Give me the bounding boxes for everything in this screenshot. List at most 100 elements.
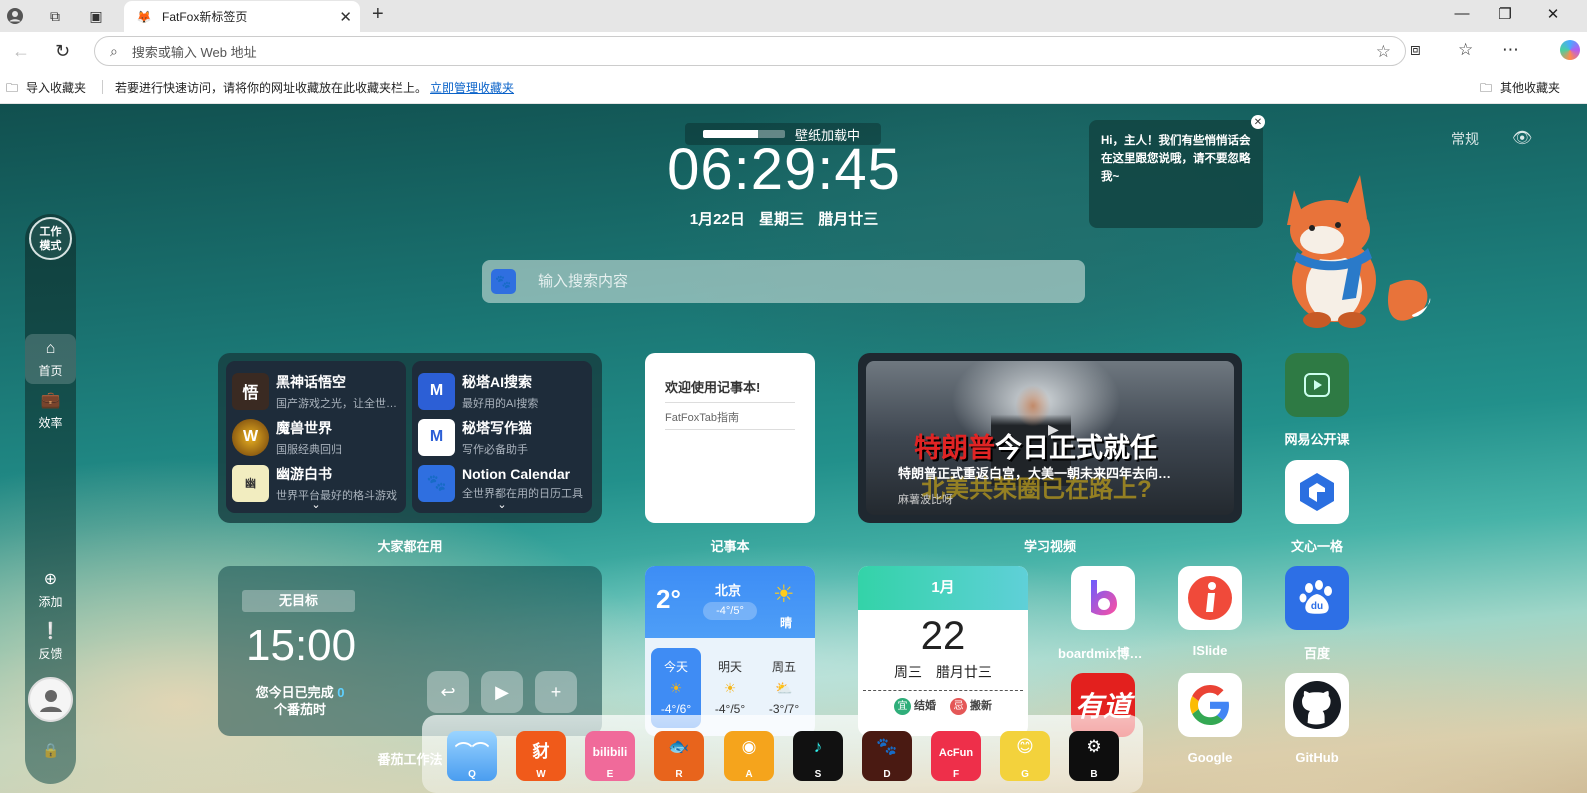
tiktok-icon: ♪ — [813, 737, 823, 756]
video-widget[interactable]: 北美共荣圈已在路上? 特朗普今日正式就任 ▶ 特朗普正式重返白宫，大美一朝未来四… — [858, 353, 1242, 523]
add-button[interactable]: + — [535, 671, 577, 713]
sidebar-item-add[interactable]: ⊕ 添加 — [25, 564, 76, 614]
profile-icon[interactable] — [3, 4, 27, 28]
avatar[interactable] — [28, 677, 73, 722]
fox-mascot[interactable] — [1272, 170, 1442, 332]
notion-calendar-icon: 🐾 — [418, 464, 455, 502]
address-bar[interactable]: ⌕ 搜索或输入 Web 地址 ☆ — [94, 36, 1406, 66]
app-label: 文心一格 — [1290, 539, 1343, 554]
forecast-day-name: 明天 — [717, 660, 742, 674]
app-label: Google — [1187, 750, 1233, 765]
tab-title: FatFox新标签页 — [162, 10, 248, 24]
weather-city: 北京 — [715, 583, 742, 598]
google-icon[interactable] — [1178, 673, 1242, 737]
douyu-icon: 🐟 — [668, 737, 690, 756]
dock-app-d[interactable]: 🐾 D — [862, 731, 912, 781]
list-item[interactable]: 悟 黑神话悟空国产游戏之光，让全世界都看到 — [232, 368, 400, 414]
calendar-sub: 周三 腊月廿三 — [858, 662, 1028, 682]
pomodoro-done-count: 0 — [337, 685, 345, 700]
islide-icon[interactable] — [1178, 566, 1242, 630]
other-favorites-button[interactable]: 其他收藏夹 — [1500, 79, 1560, 96]
dock-key: A — [745, 769, 753, 780]
sidebar-item-home[interactable]: ⌂ 首页 — [25, 334, 76, 384]
more-menu-icon[interactable]: ⋯ — [1502, 40, 1519, 60]
chevron-down-icon[interactable]: ⌄ — [226, 498, 406, 511]
dock-app-q[interactable]: ⌒⌒ Q — [447, 731, 497, 781]
sun-icon: ☀ — [669, 680, 683, 696]
notes-widget[interactable]: 欢迎使用记事本! FatFoxTab指南 — [645, 353, 815, 523]
calendar-widget[interactable]: 1月 22 周三 腊月廿三 宜结婚 忌搬新 — [858, 566, 1028, 736]
calendar-lunar: 腊月廿三 — [935, 664, 992, 680]
svg-text:du: du — [1311, 601, 1323, 612]
favorites-icon[interactable]: ☆ — [1458, 40, 1473, 60]
chevron-down-icon[interactable]: ⌄ — [412, 498, 592, 511]
tab-fatfox[interactable]: 🦊 FatFox新标签页 ✕ — [124, 1, 360, 32]
new-tab-icon[interactable]: + — [372, 3, 384, 26]
dock-key: S — [814, 769, 822, 780]
favorite-star-icon[interactable]: ☆ — [1376, 42, 1391, 62]
work-mode-button[interactable]: 工作模式 — [29, 217, 72, 260]
video-thumbnail[interactable]: 北美共荣圈已在路上? 特朗普今日正式就任 ▶ 特朗普正式重返白宫，大美一朝未来四… — [866, 361, 1234, 515]
sidebar-item-label: 添加 — [38, 594, 63, 609]
close-window-icon[interactable]: ✕ — [1538, 5, 1568, 23]
close-icon[interactable]: ✕ — [1251, 115, 1265, 129]
folder-icon: 🗀 — [1480, 81, 1493, 95]
pomodoro-goal[interactable]: 无目标 — [242, 590, 355, 612]
address-placeholder: 搜索或输入 Web 地址 — [131, 44, 257, 60]
github-icon[interactable] — [1285, 673, 1349, 737]
close-tab-icon[interactable]: ✕ — [339, 8, 352, 26]
reset-button[interactable]: ↩ — [427, 671, 469, 713]
new-tab-page: 工作模式 ⌂ 首页 💼 效率 ⊕ 添加 ❕ 反馈 🔒 壁纸加载中 06:29:4… — [0, 104, 1587, 793]
video-author: 麻薯波比呀 — [898, 494, 953, 506]
toolbar: ← ↻ ⌕ 搜索或输入 Web 地址 ☆ ⧈ ☆ ⋯ — [0, 32, 1587, 70]
vertical-tabs-icon[interactable]: ▣ — [84, 4, 108, 28]
list-item[interactable]: M 秘塔写作猫 写作必备助手 — [418, 414, 586, 460]
clock: 06:29:45 — [667, 137, 901, 202]
manage-favorites-link[interactable]: 立即管理收藏夹 — [430, 79, 514, 96]
pomodoro-time: 15:00 — [246, 621, 357, 670]
video-desc: 特朗普正式重返白宫，大美一朝未来四年去向… — [898, 466, 1172, 481]
copilot-icon[interactable] — [1560, 40, 1580, 60]
app-label: boardmix博思白板 — [1058, 646, 1148, 661]
almanac-bad: 忌搬新 — [950, 697, 992, 715]
list-item[interactable]: M 秘塔AI搜索 最好用的AI搜索 — [418, 368, 586, 414]
lock-icon[interactable]: 🔒 — [42, 742, 59, 759]
import-favorites-button[interactable]: 导入收藏夹 — [26, 79, 86, 96]
sidebar-item-feedback[interactable]: ❕ 反馈 — [25, 616, 76, 666]
video-title: 特朗普今日正式就任 — [914, 426, 1157, 465]
almanac-good-text: 结婚 — [914, 700, 936, 712]
dock-app-w[interactable]: 豺W — [516, 731, 566, 781]
netease-open-course-icon[interactable] — [1285, 353, 1349, 417]
dock-app-a[interactable]: ◉ A — [724, 731, 774, 781]
play-icon[interactable]: ▶ — [1048, 421, 1062, 437]
almanac-good: 宜结婚 — [894, 697, 936, 715]
search-input[interactable] — [538, 273, 1038, 290]
dock-app-s[interactable]: ♪ S — [793, 731, 843, 781]
boardmix-icon[interactable] — [1071, 566, 1135, 630]
dock-app-g[interactable]: 😊 G — [1000, 731, 1050, 781]
app-label: ISlide — [1192, 643, 1228, 658]
calendar-day: 22 — [920, 614, 966, 658]
refresh-icon[interactable]: ↻ — [55, 41, 70, 62]
app-desc: 国产游戏之光，让全世界都看到 — [276, 397, 400, 410]
bilibili-icon: bilibili — [592, 745, 628, 759]
dock-app-f[interactable]: AcFun F — [931, 731, 981, 781]
dock-app-e[interactable]: bilibili E — [585, 731, 635, 781]
eye-icon[interactable]: 👁 — [1512, 128, 1532, 148]
start-button[interactable]: ▶ — [481, 671, 523, 713]
baidu-icon[interactable]: du — [1285, 566, 1349, 630]
workspaces-icon[interactable]: ⧉ — [43, 4, 67, 28]
baidu-paw-icon[interactable]: 🐾 — [491, 269, 516, 294]
wenxin-yige-icon[interactable] — [1285, 460, 1349, 524]
wukong-icon: 悟 — [232, 372, 269, 410]
restore-icon[interactable]: ❐ — [1490, 5, 1520, 23]
dock-app-r[interactable]: 🐟 R — [654, 731, 704, 781]
dock-app-b[interactable]: ⚙ B — [1069, 731, 1119, 781]
sidebar-item-efficiency[interactable]: 💼 效率 — [25, 385, 76, 435]
mode-label[interactable]: 常规 — [1451, 129, 1479, 149]
weather-widget[interactable]: 2° 北京 -4°/5° ☀ 晴 今天 ☀ -4°/6° 明天 ☀ -4°/5°… — [645, 566, 815, 736]
extensions-icon[interactable]: ⧈ — [1410, 40, 1421, 60]
minimize-icon[interactable]: — — [1447, 5, 1477, 22]
list-item[interactable]: W 魔兽世界 国服经典回归 — [232, 414, 400, 460]
back-icon[interactable]: ← — [12, 41, 30, 62]
